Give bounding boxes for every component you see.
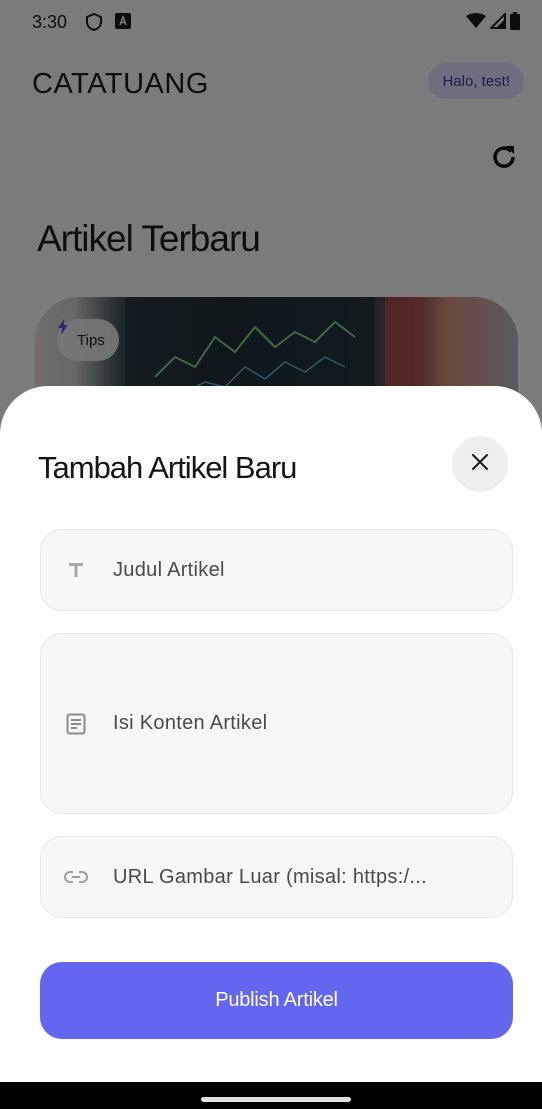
article-content-placeholder: Isi Konten Artikel: [113, 712, 268, 734]
add-article-sheet: Tambah Artikel Baru Judul Artikel Isi Ko…: [0, 386, 542, 1086]
sheet-title: Tambah Artikel Baru: [38, 450, 297, 485]
publish-button[interactable]: Publish Artikel: [40, 962, 513, 1039]
article-title-placeholder: Judul Artikel: [113, 558, 225, 581]
article-title-input[interactable]: Judul Artikel: [40, 529, 513, 611]
article-icon: [63, 711, 89, 737]
app-screen: 3:30 CATATUANG Halo, test! Artikel Terba…: [0, 0, 542, 1109]
home-handle[interactable]: [201, 1097, 351, 1102]
link-icon: [63, 864, 89, 890]
image-url-input[interactable]: URL Gambar Luar (misal: https:/...: [40, 836, 513, 918]
navigation-bar: [0, 1082, 542, 1109]
image-url-placeholder: URL Gambar Luar (misal: https:/...: [113, 865, 427, 888]
close-button[interactable]: [452, 436, 508, 492]
article-content-input[interactable]: Isi Konten Artikel: [40, 633, 513, 814]
close-icon: [471, 453, 489, 476]
text-icon: [63, 557, 89, 583]
